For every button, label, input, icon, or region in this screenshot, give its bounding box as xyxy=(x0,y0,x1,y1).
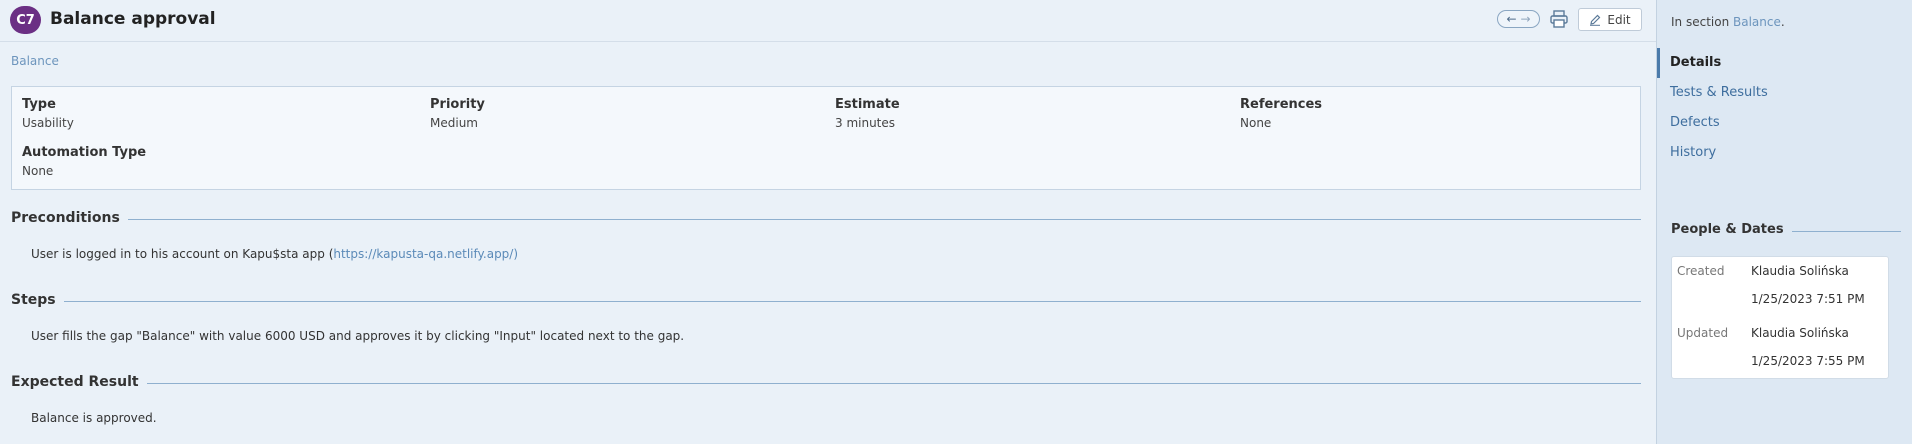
people-dates-card: Created Klaudia Solińska 1/25/2023 7:51 … xyxy=(1671,256,1889,379)
field-label: Type xyxy=(22,97,56,112)
section-title: Preconditions xyxy=(11,210,128,226)
page-title: Balance approval xyxy=(50,9,216,29)
people-dates-header: People & Dates xyxy=(1671,222,1901,242)
section-link[interactable]: Balance xyxy=(1733,15,1781,29)
field-label: Automation Type xyxy=(22,145,147,160)
edit-button[interactable]: Edit xyxy=(1578,8,1642,31)
printer-icon xyxy=(1550,10,1568,28)
created-row: Created Klaudia Solińska 1/25/2023 7:51 … xyxy=(1672,257,1890,307)
section-divider xyxy=(11,301,1641,302)
pencil-icon xyxy=(1590,14,1601,26)
steps-text: User fills the gap "Balance" with value … xyxy=(31,329,685,343)
field-label: References xyxy=(1240,97,1323,112)
updated-by: Klaudia Solińska xyxy=(1751,326,1849,340)
field-value: Usability xyxy=(22,116,74,130)
updated-row: Updated Klaudia Solińska 1/25/2023 7:55 … xyxy=(1672,319,1890,369)
preconditions-body-end: ) xyxy=(513,247,519,261)
field-automation-type: Automation Type None xyxy=(22,145,146,178)
print-button[interactable] xyxy=(1548,9,1570,29)
sidebar-item-history[interactable]: History xyxy=(1657,138,1912,168)
section-divider xyxy=(11,383,1641,384)
section-title: Expected Result xyxy=(11,374,147,390)
breadcrumb[interactable]: Balance xyxy=(11,54,59,68)
updated-at: 1/25/2023 7:55 PM xyxy=(1751,354,1865,368)
created-label: Created xyxy=(1677,264,1725,278)
arrow-right-icon[interactable]: → xyxy=(1521,13,1531,25)
preconditions-text: User is logged in to his account on Kapu… xyxy=(31,247,518,261)
sidebar-item-details[interactable]: Details xyxy=(1657,48,1912,78)
app-link[interactable]: https://kapusta-qa.netlify.app/ xyxy=(333,247,513,261)
arrow-left-icon[interactable]: ← xyxy=(1506,13,1516,25)
expected-result-text: Balance is approved. xyxy=(31,411,157,425)
created-at: 1/25/2023 7:51 PM xyxy=(1751,292,1865,306)
field-estimate: Estimate 3 minutes xyxy=(835,97,900,130)
sidebar-item-defects[interactable]: Defects xyxy=(1657,108,1912,138)
in-section-prefix: In section xyxy=(1671,15,1733,29)
prev-next-nav: ← → xyxy=(1497,10,1540,28)
page-header: C7 Balance approval ← → Edit xyxy=(0,0,1656,42)
in-section-suffix: . xyxy=(1780,15,1785,29)
in-section-info: In section Balance. xyxy=(1671,15,1785,29)
updated-label: Updated xyxy=(1677,326,1729,340)
case-fields-panel: Type Usability Priority Medium Estimate … xyxy=(11,86,1641,190)
field-references: References None xyxy=(1240,97,1322,130)
field-value: None xyxy=(22,164,54,178)
field-value: 3 minutes xyxy=(835,116,896,130)
preconditions-header: Preconditions xyxy=(11,210,1641,230)
main-content: C7 Balance approval ← → Edit Balance Typ… xyxy=(0,0,1656,444)
field-label: Priority xyxy=(430,97,485,112)
field-label: Estimate xyxy=(835,97,900,112)
steps-header: Steps xyxy=(11,292,1641,312)
field-value: None xyxy=(1240,116,1272,130)
preconditions-body: User is logged in to his account on Kapu… xyxy=(31,247,334,261)
right-sidebar: In section Balance. Details Tests & Resu… xyxy=(1656,0,1912,444)
section-title: Steps xyxy=(11,292,64,308)
created-by: Klaudia Solińska xyxy=(1751,264,1849,278)
section-divider xyxy=(11,219,1641,220)
edit-label: Edit xyxy=(1607,12,1631,27)
section-title: People & Dates xyxy=(1671,222,1792,237)
sidebar-nav: Details Tests & Results Defects History xyxy=(1657,48,1912,168)
expected-result-header: Expected Result xyxy=(11,374,1641,394)
field-value: Medium xyxy=(430,116,478,130)
field-type: Type Usability xyxy=(22,97,74,130)
case-id-badge: C7 xyxy=(10,6,41,34)
field-priority: Priority Medium xyxy=(430,97,485,130)
sidebar-item-tests-results[interactable]: Tests & Results xyxy=(1657,78,1912,108)
